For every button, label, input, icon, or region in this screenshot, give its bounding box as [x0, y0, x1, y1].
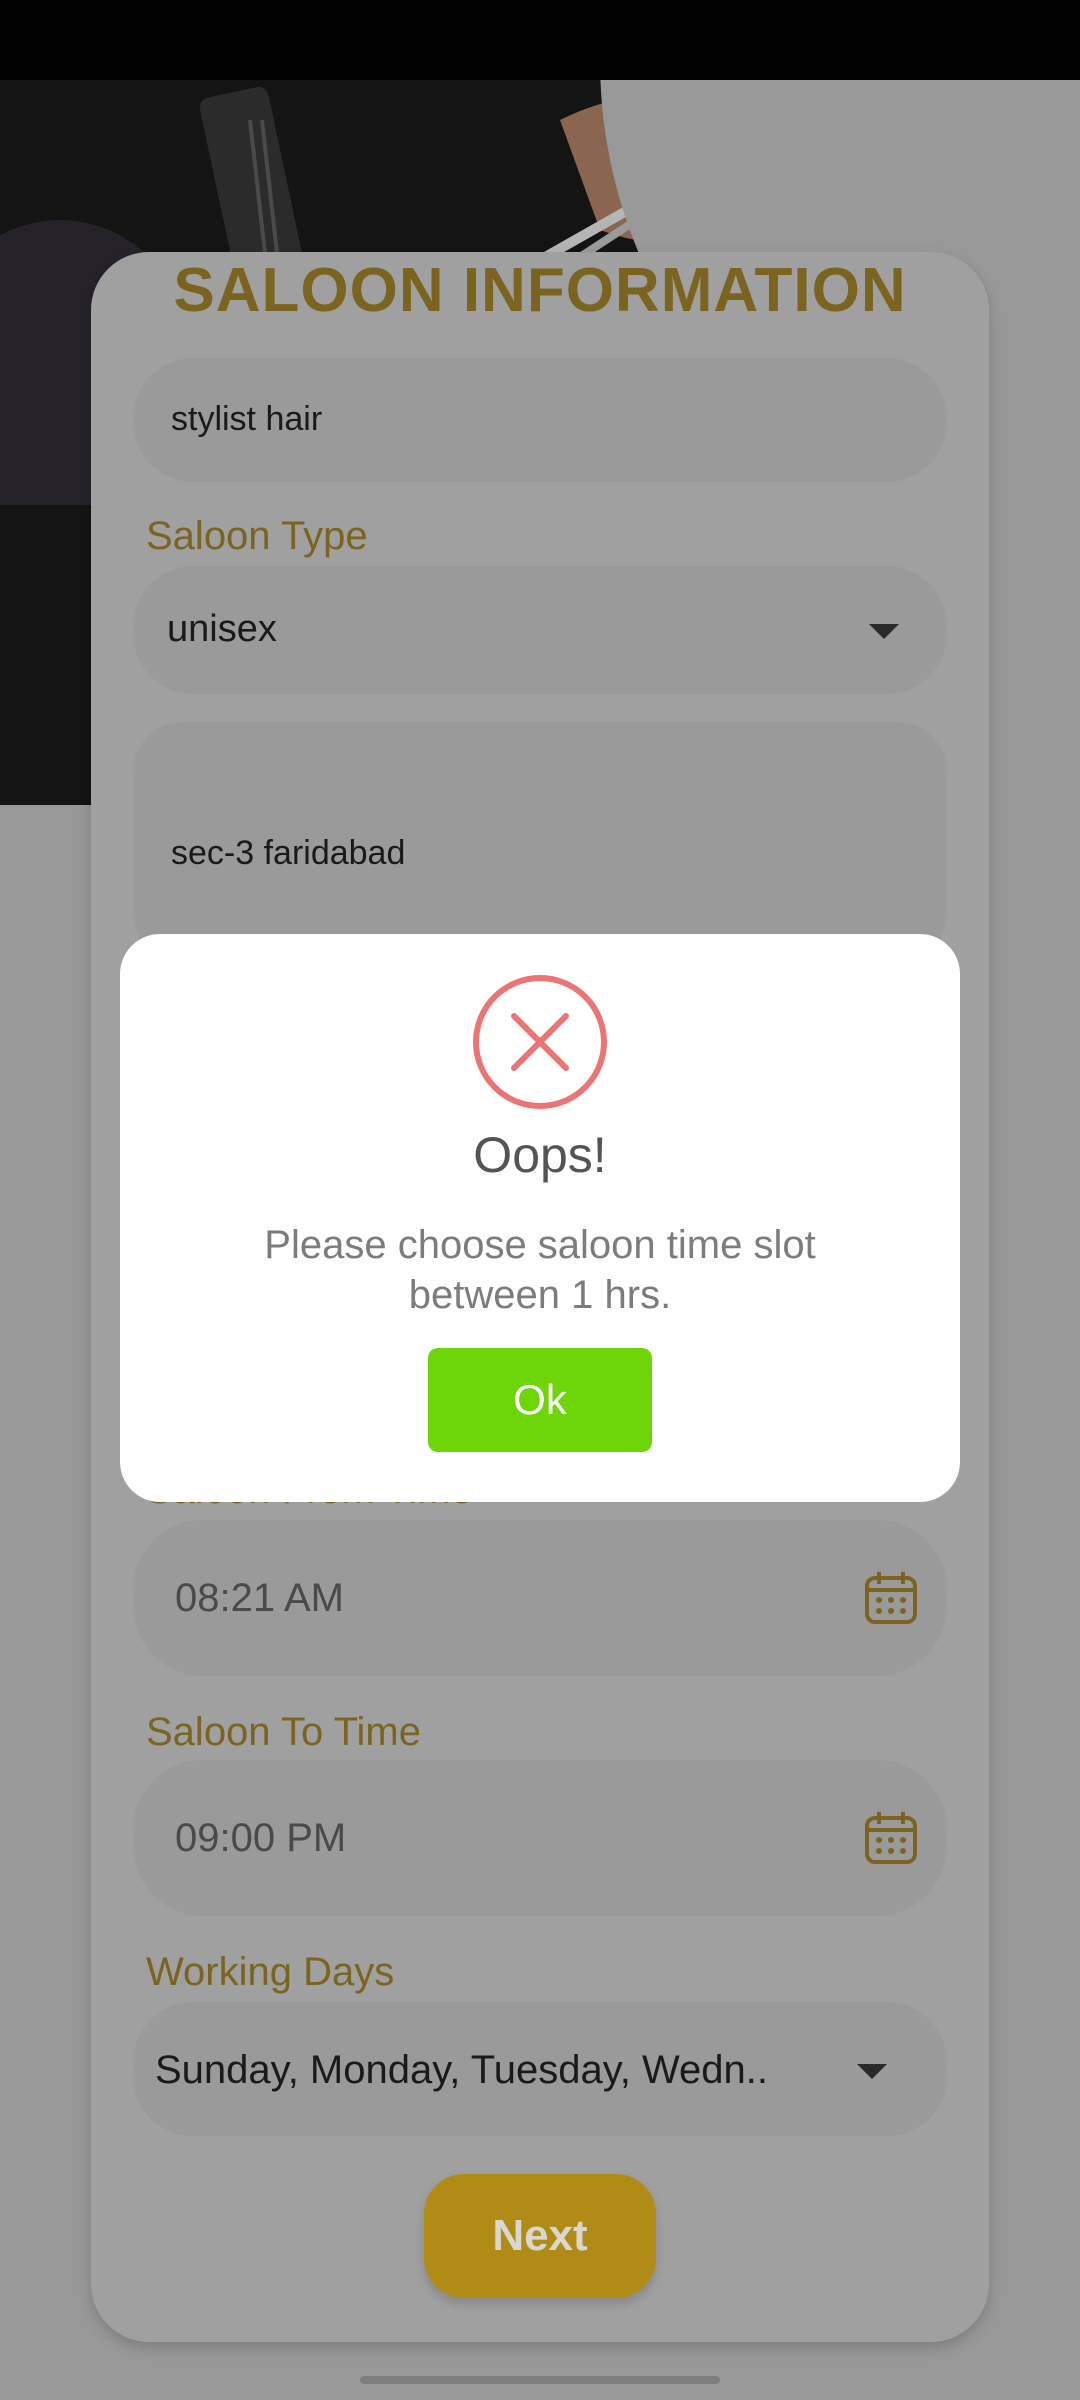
from-time-value: 08:21 AM: [175, 1576, 345, 1620]
saloon-type-value: unisex: [167, 608, 277, 650]
home-indicator[interactable]: [360, 2376, 720, 2384]
from-time-field[interactable]: 08:21 AM: [133, 1520, 947, 1676]
error-x-circle-icon: [473, 975, 607, 1109]
chevron-down-icon: [857, 2064, 887, 2079]
dialog-title: Oops!: [473, 1127, 607, 1183]
working-days-label: Working Days: [146, 1950, 395, 1994]
next-button[interactable]: Next: [424, 2174, 656, 2298]
dialog-message: Please choose saloon time slot between 1…: [264, 1223, 816, 1317]
address-value: sec-3 faridabad: [171, 834, 406, 872]
hero-dark-strip: [0, 505, 92, 805]
working-days-value: Sunday, Monday, Tuesday, Wedn..: [155, 2048, 768, 2092]
saloon-name-field[interactable]: stylist hair: [133, 358, 947, 482]
saloon-name-value: stylist hair: [171, 400, 323, 438]
to-time-field[interactable]: 09:00 PM: [133, 1760, 947, 1916]
page-title: SALOON INFORMATION: [173, 256, 907, 325]
ok-button[interactable]: Ok: [428, 1348, 652, 1452]
saloon-type-dropdown[interactable]: unisex: [133, 566, 947, 694]
working-days-dropdown[interactable]: Sunday, Monday, Tuesday, Wedn..: [133, 2002, 947, 2136]
to-time-label: Saloon To Time: [146, 1710, 421, 1754]
status-bar: [0, 0, 1080, 80]
calendar-icon[interactable]: [863, 1570, 919, 1626]
address-field[interactable]: sec-3 faridabad: [133, 722, 947, 962]
chevron-down-icon: [869, 624, 899, 639]
to-time-value: 09:00 PM: [175, 1816, 347, 1860]
saloon-type-label: Saloon Type: [146, 514, 368, 558]
error-dialog: Oops! Please choose saloon time slot bet…: [120, 934, 960, 1502]
calendar-icon[interactable]: [863, 1810, 919, 1866]
